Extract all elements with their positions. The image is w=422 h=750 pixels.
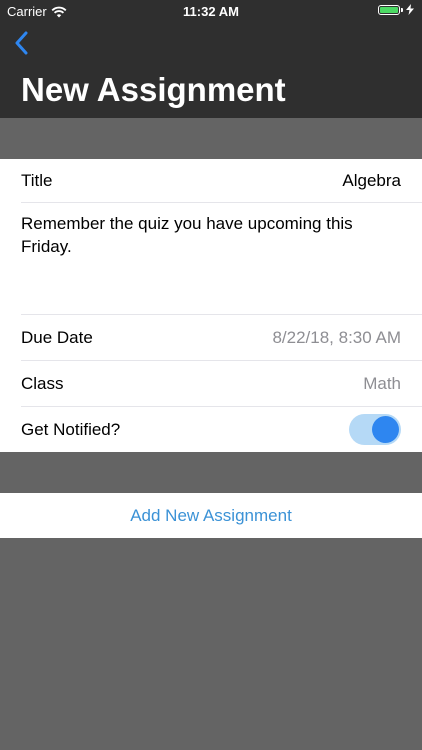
back-button[interactable] — [10, 30, 32, 56]
assignment-form: Title Algebra Remember the quiz you have… — [0, 159, 422, 452]
battery-icon — [378, 4, 400, 15]
notify-label: Get Notified? — [21, 419, 121, 439]
due-date-label: Due Date — [21, 327, 93, 347]
charging-bolt-icon — [406, 4, 414, 15]
battery-cap — [401, 7, 403, 12]
toggle-knob — [372, 416, 399, 443]
navigation-bar: Carrier 11:32 AM New Assignment — [0, 0, 422, 118]
add-assignment-section: Add New Assignment — [0, 493, 422, 538]
battery-indicator — [378, 4, 414, 15]
title-label: Title — [21, 170, 53, 190]
due-date-row[interactable]: Due Date 8/22/18, 8:30 AM — [21, 315, 422, 361]
notify-toggle[interactable] — [349, 414, 401, 445]
page-title: New Assignment — [21, 71, 286, 108]
note-row[interactable]: Remember the quiz you have upcoming this… — [21, 203, 422, 315]
battery-level — [380, 6, 398, 13]
status-time: 11:32 AM — [183, 4, 239, 19]
notify-row: Get Notified? — [21, 407, 422, 452]
title-row[interactable]: Title Algebra — [21, 159, 422, 203]
status-bar: Carrier 11:32 AM — [0, 0, 422, 22]
class-row[interactable]: Class Math — [21, 361, 422, 407]
note-text[interactable]: Remember the quiz you have upcoming this… — [21, 212, 381, 258]
class-label: Class — [21, 373, 64, 393]
add-assignment-button[interactable]: Add New Assignment — [0, 493, 422, 538]
title-value[interactable]: Algebra — [342, 171, 401, 191]
class-value[interactable]: Math — [363, 374, 401, 394]
chevron-left-icon — [15, 31, 28, 55]
due-date-value[interactable]: 8/22/18, 8:30 AM — [272, 328, 401, 348]
